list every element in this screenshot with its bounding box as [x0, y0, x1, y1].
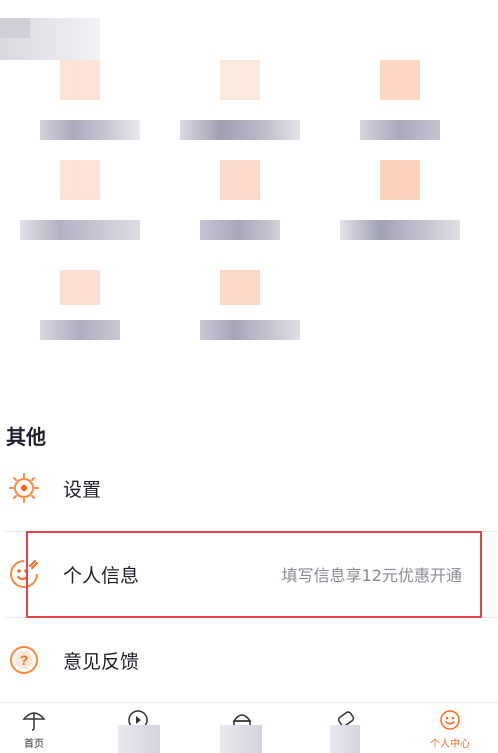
gear-icon	[8, 472, 40, 504]
grid-item-icon	[60, 160, 100, 200]
grid-item-label	[40, 320, 120, 340]
feedback-row[interactable]: ? 意见反馈	[0, 617, 498, 703]
svg-text:?: ?	[20, 652, 29, 668]
grid-item-icon	[380, 160, 420, 200]
tab-profile-label: 个人中心	[430, 739, 470, 750]
grid-item-icon	[220, 60, 260, 100]
grid-item-label	[340, 220, 460, 240]
grid-item-icon	[60, 60, 100, 100]
blurred-header-part	[0, 18, 30, 38]
settings-label: 设置	[63, 478, 102, 501]
grid-item-label	[200, 320, 300, 340]
tab-profile[interactable]: 个人中心	[420, 709, 480, 753]
feedback-label: 意见反馈	[63, 650, 140, 673]
tab-home-label: 首页	[24, 739, 44, 750]
highlight-box	[26, 531, 482, 618]
bottom-tab-bar: 首页 个人中心	[0, 702, 498, 753]
tab-home[interactable]: 首页	[4, 709, 64, 753]
blurred-tab-label	[220, 725, 262, 753]
grid-item-label	[20, 220, 140, 240]
grid-item-label	[40, 120, 140, 140]
question-icon: ?	[8, 644, 40, 676]
grid-item-label	[360, 120, 440, 140]
grid-item-label	[180, 120, 300, 140]
grid-item-icon	[220, 160, 260, 200]
grid-item-label	[200, 220, 280, 240]
blurred-tab-label	[118, 725, 160, 753]
blurred-tab-label	[330, 725, 360, 753]
grid-item-icon	[380, 60, 420, 100]
obscured-feature-grid	[0, 0, 498, 365]
settings-row[interactable]: 设置	[0, 445, 498, 531]
smile-icon	[438, 709, 462, 731]
umbrella-icon	[22, 709, 46, 731]
grid-item-icon	[60, 270, 100, 305]
grid-item-icon	[220, 270, 260, 305]
